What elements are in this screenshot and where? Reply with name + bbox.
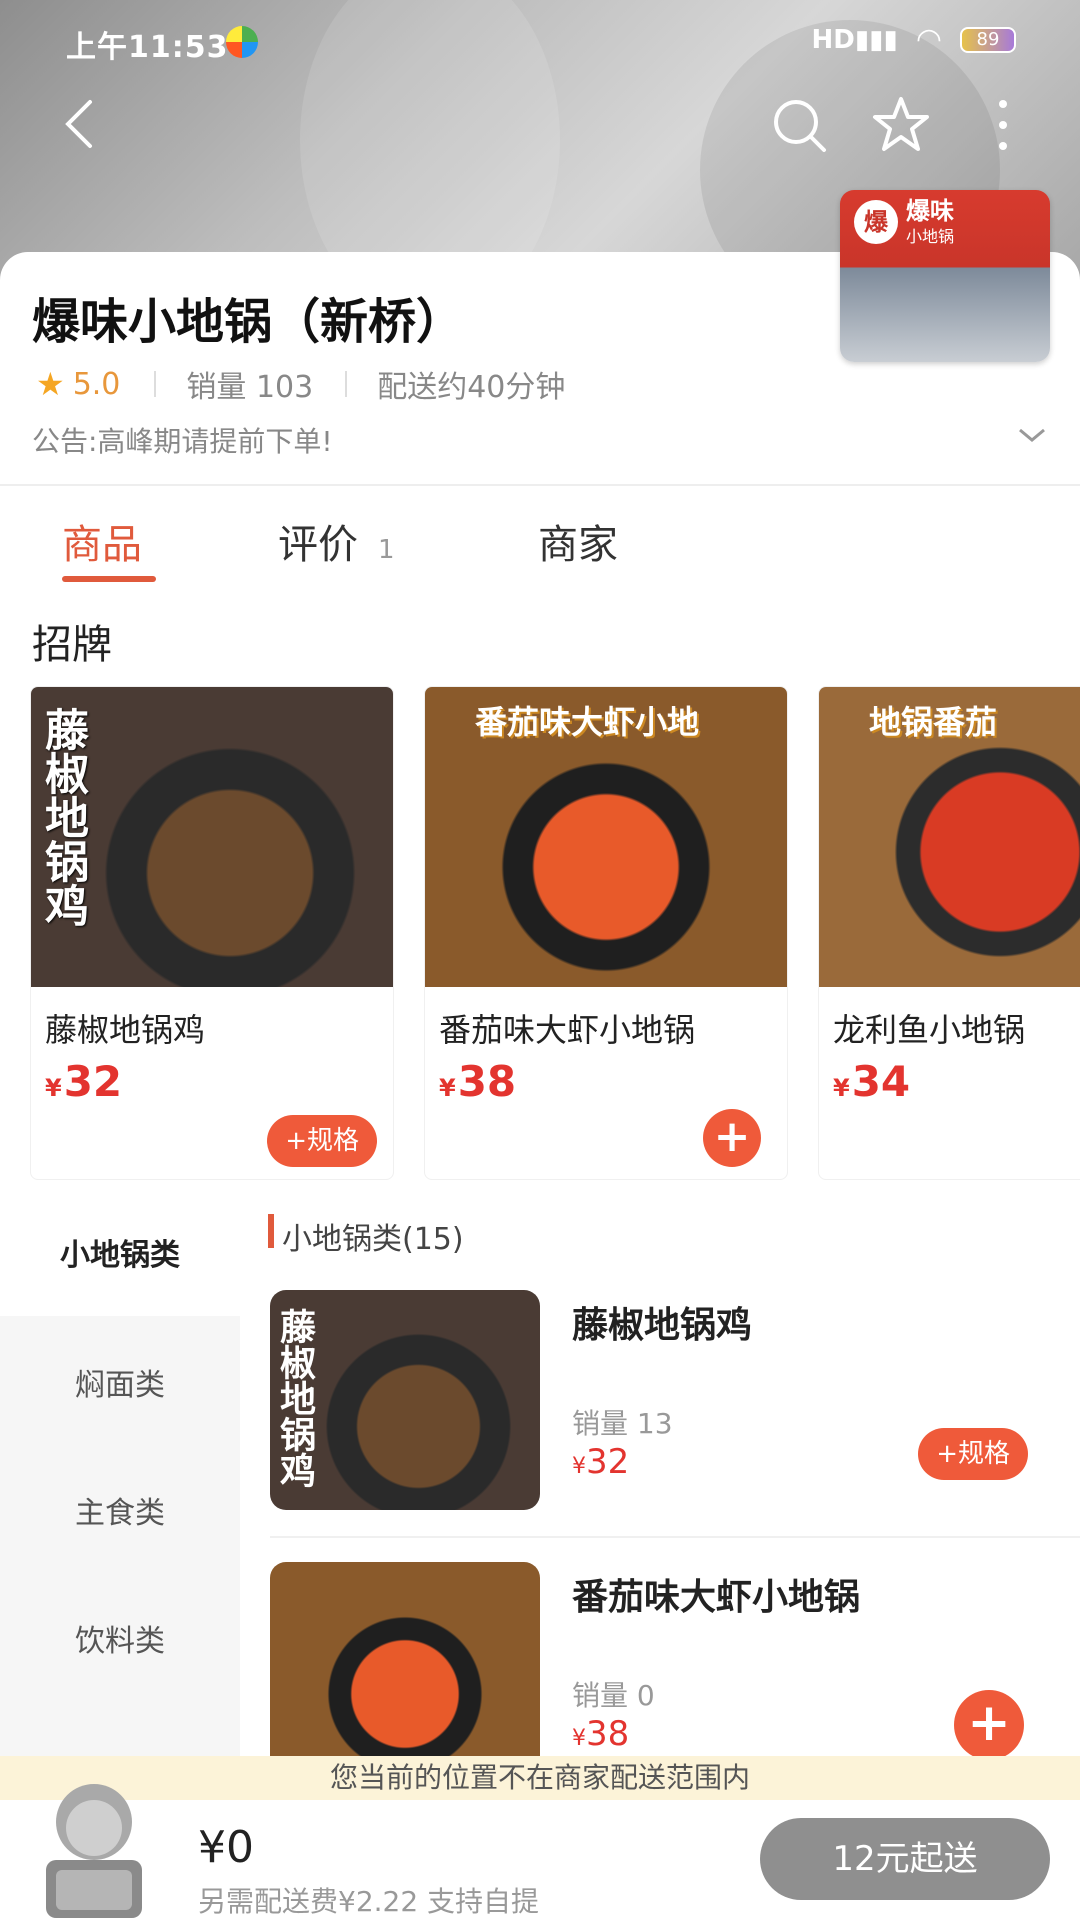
store-info-card: 爆味小地锅（新桥） 爆 爆味 小地锅 ★ 5.0 销量 103 配送约40分钟 公… bbox=[0, 190, 1080, 484]
product-price: ¥38 bbox=[572, 1714, 630, 1754]
category-item[interactable]: 小地锅类 bbox=[0, 1196, 240, 1316]
category-item[interactable]: 饮料类 bbox=[0, 1582, 240, 1702]
store-logo: 爆 bbox=[854, 200, 898, 244]
rating-star-icon: ★ bbox=[36, 365, 65, 403]
product-row[interactable]: 藤椒地锅鸡 藤椒地锅鸡 销量 13 ¥32 +规格 bbox=[270, 1290, 1080, 1540]
favorite-star-icon[interactable] bbox=[870, 94, 932, 156]
dish-image: 藤椒地锅鸡 bbox=[31, 687, 393, 987]
status-time: 上午11:53 bbox=[66, 30, 229, 65]
signature-item[interactable]: 番茄味大虾小地 番茄味大虾小地锅 ¥38 + bbox=[424, 686, 788, 1180]
review-count: 1 bbox=[378, 535, 395, 565]
add-to-cart-button[interactable]: + bbox=[703, 1109, 761, 1167]
product-name: 藤椒地锅鸡 bbox=[572, 1305, 753, 1346]
dish-image: 番茄味大虾小地 bbox=[425, 687, 787, 987]
cart-total: ¥0 bbox=[198, 1822, 254, 1873]
back-icon[interactable] bbox=[52, 94, 112, 154]
product-name: 番茄味大虾小地锅 bbox=[572, 1577, 861, 1618]
product-image: 藤椒地锅鸡 bbox=[270, 1290, 540, 1510]
dish-price: ¥32 bbox=[45, 1057, 123, 1106]
cart-mascot-icon[interactable] bbox=[26, 1770, 162, 1920]
store-name: 爆味小地锅（新桥） bbox=[32, 294, 465, 350]
store-page: 上午11:53 HD▮▮▮ ◠ 89 爆味小地锅（新桥） 爆 爆味 小地锅 ★ 5… bbox=[0, 0, 1080, 1920]
store-sales: 销量 103 bbox=[186, 370, 314, 405]
select-spec-button[interactable]: +规格 bbox=[267, 1115, 377, 1167]
delivery-range-notice: 您当前的位置不在商家配送范围内 bbox=[0, 1756, 1080, 1800]
category-item[interactable]: 焖面类 bbox=[0, 1326, 240, 1446]
product-image bbox=[270, 1562, 540, 1782]
add-to-cart-button[interactable]: + bbox=[954, 1690, 1024, 1760]
category-item[interactable]: 主食类 bbox=[0, 1454, 240, 1574]
product-sales: 销量 13 bbox=[572, 1407, 673, 1440]
signal-icon: HD▮▮▮ bbox=[811, 24, 898, 55]
active-tab-indicator bbox=[62, 576, 156, 582]
store-notice: 公告:高峰期请提前下单! bbox=[32, 425, 333, 458]
list-header: 小地锅类(15) bbox=[282, 1222, 464, 1257]
store-photo[interactable]: 爆 爆味 小地锅 bbox=[840, 190, 1050, 362]
signature-section-title: 招牌 bbox=[32, 622, 112, 668]
signature-item[interactable]: 地锅番茄 龙利鱼小地锅 ¥34 + bbox=[818, 686, 1080, 1180]
signature-item[interactable]: 藤椒地锅鸡 藤椒地锅鸡 ¥32 +规格 bbox=[30, 686, 394, 1180]
dish-name: 番茄味大虾小地锅 bbox=[439, 1011, 696, 1049]
category-sidebar: 小地锅类 焖面类 主食类 饮料类 bbox=[0, 1196, 240, 1756]
delivery-time: 配送约40分钟 bbox=[377, 370, 566, 405]
more-menu-icon[interactable] bbox=[972, 94, 1034, 156]
product-sales: 销量 0 bbox=[572, 1679, 655, 1712]
dish-name: 藤椒地锅鸡 bbox=[45, 1011, 206, 1049]
product-price: ¥32 bbox=[572, 1442, 630, 1482]
delivery-fee-note: 另需配送费¥2.22 支持自提 bbox=[198, 1885, 540, 1918]
minimum-order-button[interactable]: 12元起送 bbox=[760, 1818, 1050, 1900]
status-bar: 上午11:53 HD▮▮▮ ◠ 89 bbox=[0, 0, 1080, 80]
select-spec-button[interactable]: +规格 bbox=[918, 1428, 1028, 1480]
store-brand: 爆味 小地锅 bbox=[906, 197, 955, 246]
wifi-icon: ◠ bbox=[915, 22, 942, 57]
chevron-down-icon[interactable] bbox=[1014, 420, 1050, 450]
search-icon[interactable] bbox=[768, 94, 830, 156]
app-notification-icon bbox=[226, 26, 258, 58]
store-tabs: 商品 评价 1 商家 bbox=[0, 486, 1080, 586]
tab-products[interactable]: 商品 bbox=[62, 512, 142, 570]
battery-icon: 89 bbox=[960, 26, 1016, 53]
dish-price: ¥38 bbox=[439, 1057, 517, 1106]
dish-price: ¥34 bbox=[833, 1057, 911, 1106]
tab-merchant[interactable]: 商家 bbox=[538, 512, 618, 570]
dish-image: 地锅番茄 bbox=[819, 687, 1080, 987]
store-rating: 5.0 bbox=[72, 366, 121, 402]
dish-name: 龙利鱼小地锅 bbox=[833, 1011, 1026, 1049]
signature-carousel[interactable]: 藤椒地锅鸡 藤椒地锅鸡 ¥32 +规格 番茄味大虾小地 番茄味大虾小地锅 ¥38… bbox=[30, 686, 1080, 1180]
tab-reviews[interactable]: 评价 1 bbox=[278, 512, 395, 570]
